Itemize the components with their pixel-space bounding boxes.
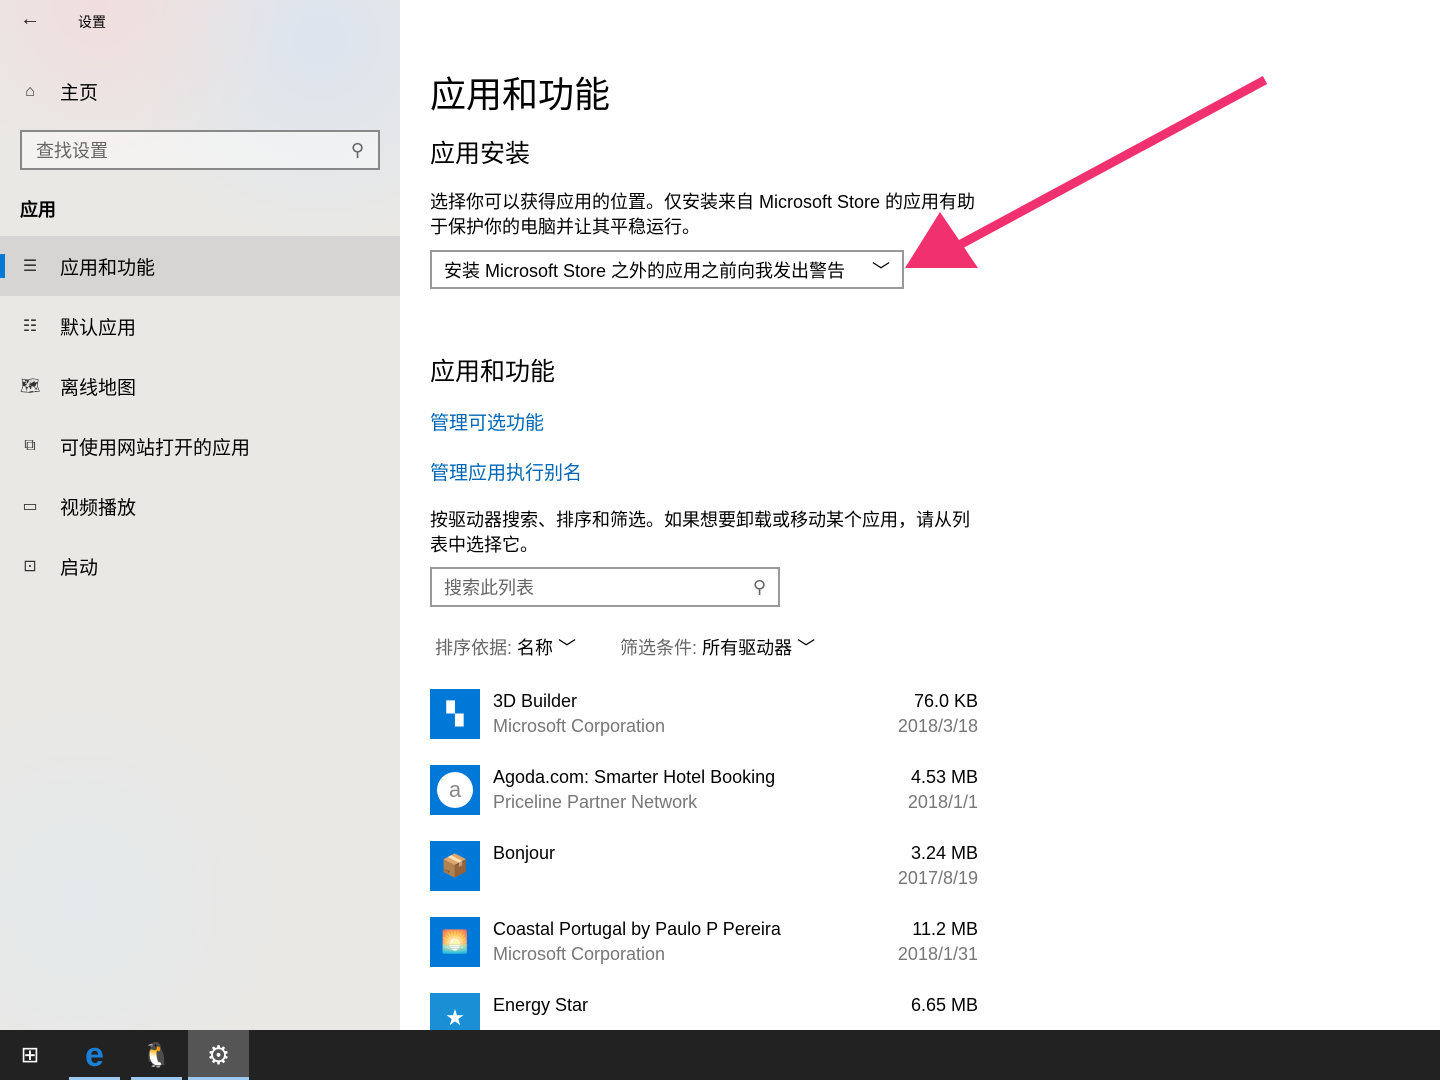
main-content: 应用和功能 应用安装 选择你可以获得应用的位置。仅安装来自 Microsoft …	[430, 0, 1440, 1030]
home-icon: ⌂	[25, 82, 35, 100]
app-list: ▚ 3D Builder Microsoft Corporation 76.0 KB 2…	[430, 689, 978, 1030]
search-icon: ⚲	[350, 139, 364, 160]
manage-app-aliases-link[interactable]: 管理应用执行别名	[430, 458, 582, 485]
energy-star-icon: ★	[430, 993, 480, 1030]
app-size: 4.53 MB	[910, 767, 978, 787]
list-icon: ☰	[22, 258, 38, 275]
app-size: 6.65 MB	[910, 995, 978, 1015]
app-date: 2018/1/31	[897, 944, 978, 964]
map-icon: 🗺	[20, 378, 41, 395]
app-date: 2018/1/1	[907, 792, 978, 812]
bonjour-box-icon: 📦	[430, 841, 480, 891]
qq-penguin-icon: 🐧	[141, 1041, 172, 1069]
app-size: 11.2 MB	[912, 919, 978, 939]
app-list-item[interactable]: 🌅 Coastal Portugal by Paulo P Pereira Micr…	[430, 917, 978, 993]
sidebar-item-offline-maps[interactable]: 🗺 离线地图	[0, 356, 400, 416]
app-name: Energy Star	[493, 995, 589, 1015]
app-name: Coastal Portugal by Paulo P Pereira	[493, 919, 781, 939]
sidebar-home[interactable]: ⌂ 主页	[20, 78, 98, 105]
chevron-down-icon: ﹀	[872, 260, 890, 281]
nav-label: 启动	[60, 557, 99, 579]
sort-dropdown[interactable]: 排序依据: 名称 ﹀	[435, 634, 576, 660]
app-name: 3D Builder	[493, 691, 578, 711]
default-apps-icon: ☷	[22, 318, 38, 335]
search-placeholder: 搜索此列表	[444, 578, 534, 598]
home-label: 主页	[60, 83, 99, 104]
taskbar-edge[interactable]: e	[69, 1030, 120, 1080]
app-list-search-input[interactable]: 搜索此列表 ⚲	[430, 567, 780, 607]
taskbar-settings[interactable]: ⚙	[188, 1030, 249, 1080]
video-icon: ▭	[22, 498, 38, 515]
filter-dropdown[interactable]: 筛选条件: 所有驱动器 ﹀	[620, 634, 815, 660]
nav-label: 可使用网站打开的应用	[60, 437, 251, 459]
edge-icon: e	[85, 1035, 104, 1074]
dropdown-value: 安装 Microsoft Store 之外的应用之前向我发出警告	[444, 260, 846, 281]
sidebar-item-apps-features[interactable]: ☰ 应用和功能	[0, 236, 400, 296]
search-placeholder: 查找设置	[36, 141, 108, 161]
sidebar-item-video-playback[interactable]: ▭ 视频播放	[0, 476, 400, 536]
window-title: 设置	[78, 14, 106, 30]
install-description: 选择你可以获得应用的位置。仅安装来自 Microsoft Store 的应用有助…	[430, 192, 976, 237]
nav-label: 应用和功能	[60, 257, 156, 279]
app-date: 2018/3/18	[897, 716, 978, 736]
search-icon: ⚲	[752, 576, 766, 597]
taskbar-qq[interactable]: 🐧	[131, 1030, 182, 1080]
sort-value: 名称	[517, 638, 554, 658]
3d-builder-icon: ▚	[430, 689, 480, 739]
install-heading: 应用安装	[430, 140, 531, 168]
start-button[interactable]: ⊞	[0, 1030, 60, 1080]
app-size: 3.24 MB	[910, 843, 978, 863]
app-list-item[interactable]: ▚ 3D Builder Microsoft Corporation 76.0 KB 2…	[430, 689, 978, 765]
filter-label: 筛选条件:	[620, 638, 698, 658]
sidebar-item-startup[interactable]: ⊡ 启动	[0, 536, 400, 596]
section-heading: 应用	[20, 200, 56, 220]
taskbar: ⊞ e 🐧 ⚙	[0, 1030, 1440, 1080]
filter-value: 所有驱动器	[702, 638, 793, 658]
agoda-logo: a	[437, 772, 473, 808]
list-description: 按驱动器搜索、排序和筛选。如果想要卸载或移动某个应用，请从列表中选择它。	[430, 510, 970, 555]
app-publisher: Microsoft Corporation	[493, 716, 666, 736]
chevron-down-icon: ﹀	[797, 638, 816, 658]
app-list-item[interactable]: 📦 Bonjour 3.24 MB 2017/8/19	[430, 841, 978, 917]
nav-label: 视频播放	[60, 497, 137, 519]
sidebar-item-default-apps[interactable]: ☷ 默认应用	[0, 296, 400, 356]
coastal-photo-icon: 🌅	[430, 917, 480, 967]
website-icon: ⧉	[24, 437, 36, 454]
windows-icon: ⊞	[20, 1042, 40, 1067]
install-source-dropdown[interactable]: 安装 Microsoft Store 之外的应用之前向我发出警告 ﹀	[430, 250, 904, 289]
app-size: 76.0 KB	[913, 691, 978, 711]
page-title: 应用和功能	[430, 74, 611, 115]
app-publisher: Priceline Partner Network	[493, 792, 698, 812]
app-list-item[interactable]: ★ Energy Star 6.65 MB	[430, 993, 978, 1030]
agoda-icon: a	[430, 765, 480, 815]
app-name: Bonjour	[493, 843, 556, 863]
sort-label: 排序依据:	[435, 638, 513, 658]
nav-label: 默认应用	[60, 317, 137, 339]
settings-search-input[interactable]: 查找设置 ⚲	[20, 130, 380, 170]
app-name: Agoda.com: Smarter Hotel Booking	[493, 767, 776, 787]
app-publisher: Microsoft Corporation	[493, 944, 666, 964]
app-date: 2017/8/19	[897, 868, 978, 888]
gear-icon: ⚙	[206, 1039, 231, 1070]
back-button[interactable]: ←	[20, 8, 40, 31]
features-heading: 应用和功能	[430, 358, 556, 386]
startup-icon: ⊡	[23, 558, 37, 575]
chevron-down-icon: ﹀	[558, 638, 577, 658]
manage-optional-features-link[interactable]: 管理可选功能	[430, 408, 544, 435]
nav-label: 离线地图	[60, 377, 137, 399]
sidebar: ← 设置 ⌂ 主页 查找设置 ⚲ 应用 ☰ 应用和功能 ☷ 默认应用 🗺 离线地图 ⧉ 可使…	[0, 0, 400, 1030]
sidebar-item-apps-for-websites[interactable]: ⧉ 可使用网站打开的应用	[0, 416, 400, 476]
app-list-item[interactable]: a Agoda.com: Smarter Hotel Booking Priceli…	[430, 765, 978, 841]
